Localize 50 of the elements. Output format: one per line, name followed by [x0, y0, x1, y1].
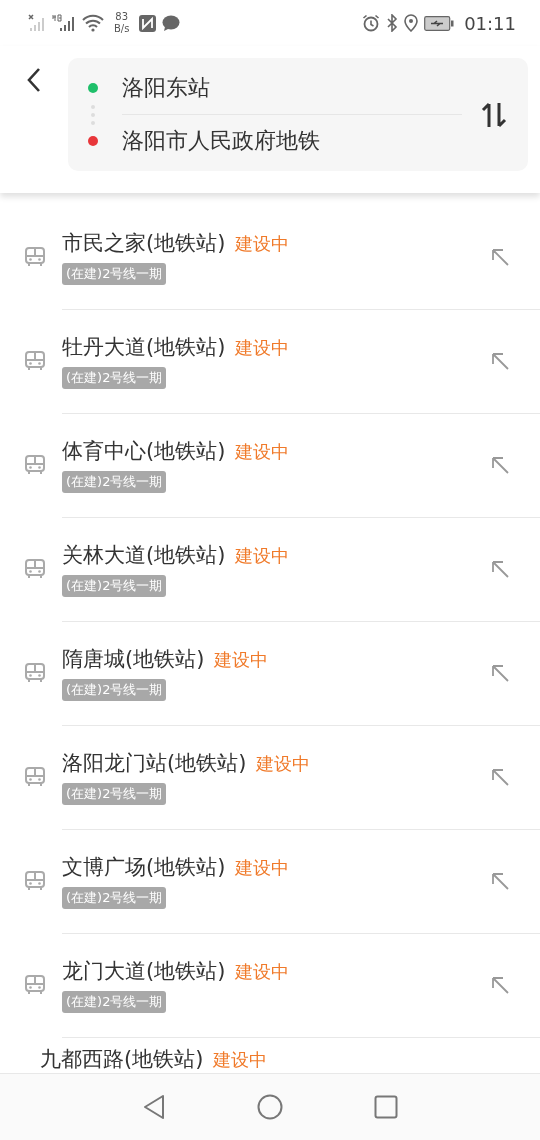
station-status: 建设中	[235, 855, 290, 880]
station-status: 建设中	[235, 543, 290, 568]
station-status: 建设中	[235, 439, 290, 464]
location-icon	[404, 14, 419, 32]
arrow-up-left-icon	[490, 558, 510, 579]
bus-icon	[24, 350, 46, 372]
station-status: 建设中	[235, 231, 290, 256]
station-name[interactable]: 体育中心(地铁站)	[62, 436, 226, 465]
arrow-up-left-icon	[490, 662, 510, 683]
signal-icon	[52, 14, 76, 32]
nfc-icon	[139, 14, 157, 32]
station-name[interactable]: 牡丹大道(地铁站)	[62, 332, 226, 361]
station-name[interactable]: 洛阳龙门站(地铁站)	[62, 748, 247, 777]
battery-charging-icon	[424, 15, 455, 31]
arrow-up-left-icon	[490, 870, 510, 891]
bus-icon	[24, 246, 46, 268]
station-name[interactable]: 文博广场(地铁站)	[62, 852, 226, 881]
message-icon	[162, 14, 181, 32]
station-name[interactable]: 关林大道(地铁站)	[62, 540, 226, 569]
station-status: 建设中	[256, 751, 311, 776]
bus-icon	[24, 558, 46, 580]
swap-arrows-icon	[481, 100, 507, 129]
station-status: 建设中	[235, 335, 290, 360]
arrow-up-left-icon	[490, 350, 510, 371]
station-name[interactable]: 隋唐城(地铁站)	[62, 644, 205, 673]
arrow-up-left-icon	[490, 246, 510, 267]
clock-time: 01:11	[464, 12, 516, 34]
bus-icon	[24, 766, 46, 788]
bus-icon	[24, 974, 46, 996]
bus-icon	[24, 662, 46, 684]
bus-icon	[24, 870, 46, 892]
arrow-up-left-icon	[490, 454, 510, 475]
net-speed-unit: B/s	[114, 23, 130, 35]
alarm-icon	[362, 14, 381, 32]
station-status: 建设中	[235, 959, 290, 984]
origin-field[interactable]: 洛阳东站	[122, 62, 472, 114]
no-signal-icon	[28, 14, 46, 32]
station-status: 建设中	[214, 647, 269, 672]
bluetooth-icon	[386, 14, 399, 32]
arrow-up-left-icon	[490, 974, 510, 995]
chevron-left-icon	[26, 67, 42, 93]
station-name[interactable]: 市民之家(地铁站)	[62, 228, 226, 257]
bus-icon	[24, 454, 46, 476]
station-status: 建设中	[213, 1048, 268, 1072]
net-speed-value: 83	[115, 11, 129, 23]
station-name[interactable]: 龙门大道(地铁站)	[62, 956, 226, 985]
arrow-up-left-icon	[490, 766, 510, 787]
station-name[interactable]: 九都西路(地铁站)	[40, 1045, 204, 1073]
wifi-icon	[82, 14, 104, 32]
destination-field[interactable]: 洛阳市人民政府地铁	[122, 115, 472, 167]
